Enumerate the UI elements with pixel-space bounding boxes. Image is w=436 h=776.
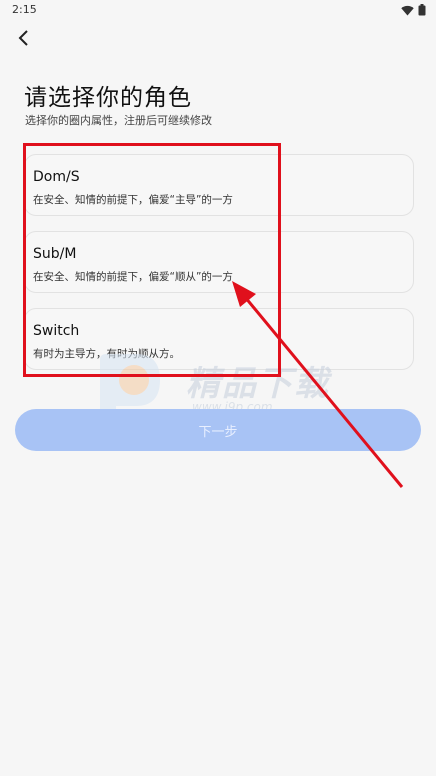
role-description: 在安全、知情的前提下，偏爱“主导”的一方 xyxy=(33,194,233,206)
role-name: Switch xyxy=(33,323,80,339)
status-bar: 2:15 xyxy=(0,0,436,22)
status-icons xyxy=(401,4,426,16)
battery-icon xyxy=(418,4,426,16)
chevron-left-icon xyxy=(18,30,28,46)
role-name: Dom/S xyxy=(33,169,80,185)
status-time: 2:15 xyxy=(12,3,37,16)
role-description: 在安全、知情的前提下，偏爱“顺从”的一方 xyxy=(33,271,233,283)
role-description: 有时为主导方，有时为顺从方。 xyxy=(33,348,180,360)
role-card-sub[interactable]: Sub/M 在安全、知情的前提下，偏爱“顺从”的一方 xyxy=(24,231,414,293)
page-title: 请选择你的角色 xyxy=(24,85,192,111)
role-card-switch[interactable]: Switch 有时为主导方，有时为顺从方。 xyxy=(24,308,414,370)
role-name: Sub/M xyxy=(33,246,77,262)
back-button[interactable] xyxy=(12,26,34,50)
wifi-icon xyxy=(401,5,414,15)
role-card-dom[interactable]: Dom/S 在安全、知情的前提下，偏爱“主导”的一方 xyxy=(24,154,414,216)
next-step-button[interactable]: 下一步 xyxy=(15,409,421,451)
page-subtitle: 选择你的圈内属性，注册后可继续修改 xyxy=(25,114,212,127)
